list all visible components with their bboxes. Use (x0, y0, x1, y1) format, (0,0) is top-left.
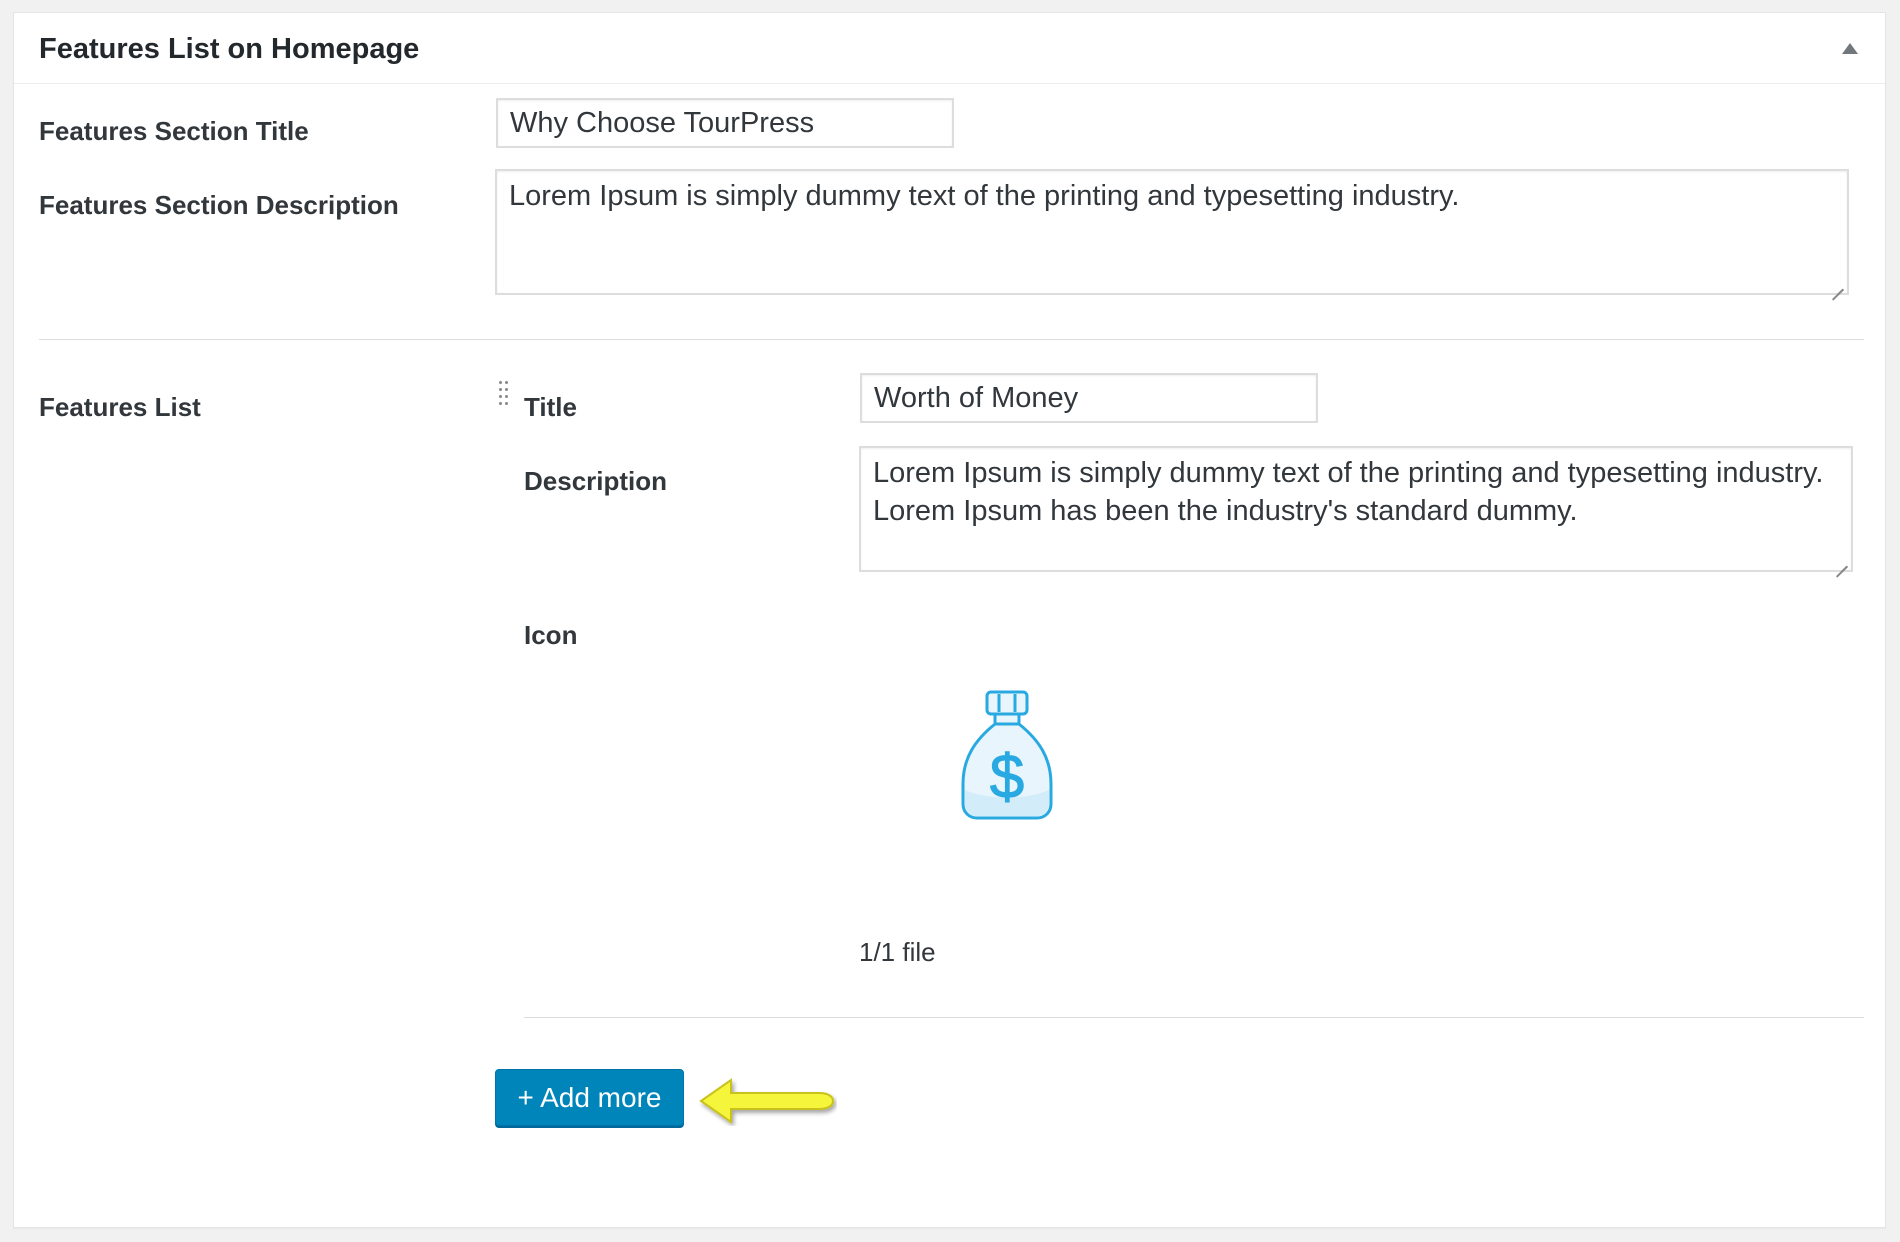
features-list-metabox: Features List on Homepage Features Secti… (13, 12, 1886, 1228)
section-divider (39, 339, 1864, 340)
item-divider (524, 1017, 1864, 1018)
metabox-header[interactable]: Features List on Homepage (14, 13, 1885, 84)
item-title-label: Title (524, 392, 577, 422)
drag-handle-icon[interactable] (499, 381, 511, 411)
section-description-textarea[interactable]: Lorem Ipsum is simply dummy text of the … (495, 169, 1849, 295)
resize-grip-icon[interactable] (1833, 279, 1845, 291)
item-description-textarea[interactable]: Lorem Ipsum is simply dummy text of the … (859, 446, 1853, 572)
money-bag-icon[interactable]: $ (957, 688, 1057, 823)
metabox-title: Features List on Homepage (39, 33, 420, 65)
file-count: 1/1 file (859, 937, 936, 967)
section-title-label: Features Section Title (39, 116, 309, 146)
yellow-arrow-icon (699, 1078, 835, 1124)
item-description-label: Description (524, 466, 668, 496)
add-more-button[interactable]: + Add more (495, 1069, 684, 1126)
section-description-label: Features Section Description (39, 190, 399, 220)
item-icon-label: Icon (524, 620, 578, 650)
svg-text:$: $ (990, 743, 1024, 812)
collapse-toggle-icon[interactable] (1842, 43, 1858, 54)
features-list-label: Features List (39, 392, 201, 422)
item-title-input[interactable] (860, 373, 1318, 423)
resize-grip-icon[interactable] (1837, 556, 1849, 568)
section-title-input[interactable] (496, 98, 954, 148)
